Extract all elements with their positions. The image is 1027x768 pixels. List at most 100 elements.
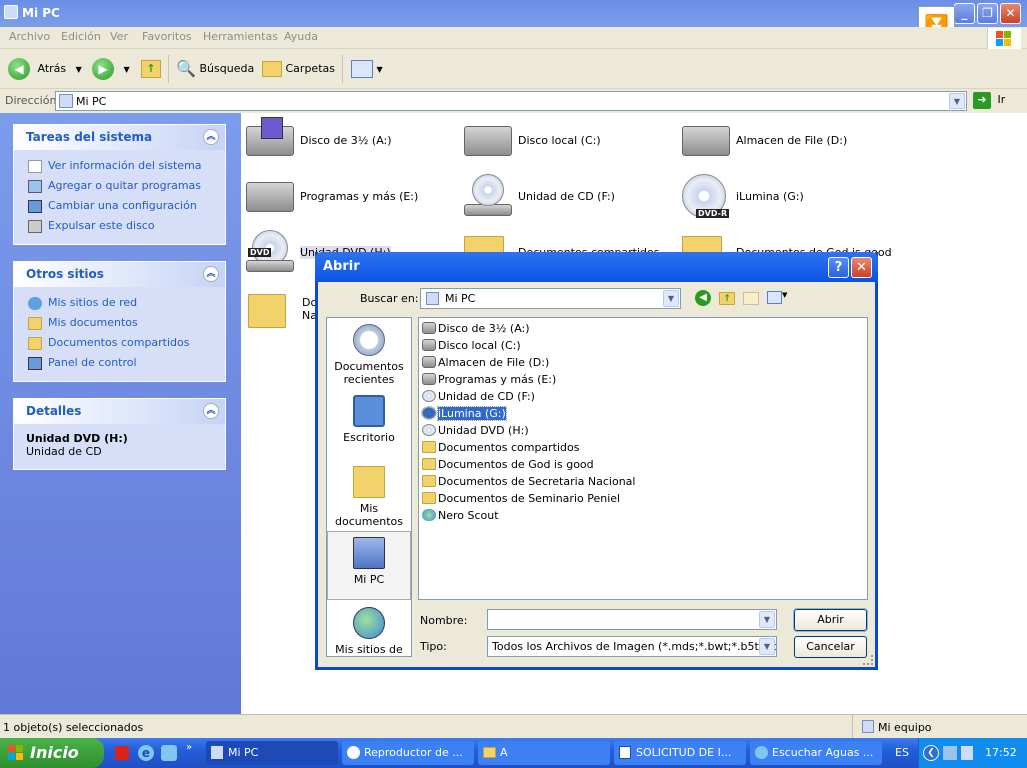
folder-icon bbox=[262, 61, 282, 77]
menu-edicion[interactable]: Edición bbox=[61, 30, 101, 43]
chevron-down-icon[interactable]: ▼ bbox=[949, 93, 965, 109]
collapse-icon[interactable]: ︽ bbox=[203, 129, 219, 145]
dialog-close-button[interactable]: ✕ bbox=[851, 257, 872, 278]
drive-a[interactable]: Disco de 3½ (A:) bbox=[246, 117, 456, 166]
drive-e[interactable]: Programas y más (E:) bbox=[246, 174, 456, 222]
search-button[interactable]: 🔍 Búsqueda bbox=[176, 57, 254, 81]
details-type: Unidad de CD bbox=[26, 445, 102, 458]
task-mi-pc[interactable]: Mi PC bbox=[206, 741, 338, 765]
drive-g[interactable]: DVD-R iLumina (G:) bbox=[682, 174, 892, 222]
link-control-panel[interactable]: Panel de control bbox=[14, 353, 225, 373]
list-item[interactable]: Disco de 3½ (A:) bbox=[421, 320, 530, 337]
drive-f[interactable]: Unidad de CD (F:) bbox=[464, 174, 674, 222]
back-button[interactable]: ◀ Atrás ▼ bbox=[8, 57, 82, 81]
drive-d[interactable]: Almacen de File (D:) bbox=[682, 118, 892, 166]
up-folder-icon[interactable]: ↑ bbox=[719, 292, 735, 305]
views-button[interactable]: ▼ bbox=[351, 57, 383, 81]
language-indicator[interactable]: ES bbox=[895, 746, 909, 759]
forward-button[interactable]: ▶ ▼ bbox=[92, 57, 130, 81]
network-tray-icon[interactable] bbox=[943, 746, 957, 760]
link-network-places[interactable]: Mis sitios de red bbox=[14, 293, 225, 313]
drive-c[interactable]: Disco local (C:) bbox=[464, 118, 674, 166]
task-browser[interactable]: Escuchar Aguas ... bbox=[750, 741, 882, 765]
views-menu-button[interactable]: ▼ bbox=[767, 291, 791, 306]
network-icon bbox=[353, 607, 385, 639]
place-network[interactable]: Mis sitios de red bbox=[327, 607, 411, 656]
link-my-documents[interactable]: Mis documentos bbox=[14, 313, 225, 333]
link-change-setting[interactable]: Cambiar una configuración bbox=[14, 196, 225, 216]
list-item[interactable]: Documentos compartidos bbox=[421, 439, 580, 456]
cancel-button[interactable]: Cancelar bbox=[794, 636, 867, 658]
network-icon bbox=[28, 297, 42, 310]
filetype-select[interactable]: Todos los Archivos de Imagen (*.mds;*.bw… bbox=[487, 636, 777, 657]
list-item[interactable]: Nero Scout bbox=[421, 507, 499, 524]
help-button[interactable]: ? bbox=[828, 257, 849, 278]
list-item[interactable]: Documentos de God is good bbox=[421, 456, 594, 473]
media-player-icon bbox=[347, 746, 360, 759]
hard-drive-icon bbox=[246, 182, 294, 212]
chevron-down-icon: ▼ bbox=[759, 611, 775, 628]
place-desktop[interactable]: Escritorio bbox=[327, 395, 411, 444]
menu-herramientas[interactable]: Herramientas bbox=[203, 30, 278, 43]
list-item[interactable]: Almacen de File (D:) bbox=[421, 354, 549, 371]
resize-grip[interactable] bbox=[863, 655, 873, 665]
eject-icon bbox=[28, 220, 42, 233]
menu-favoritos[interactable]: Favoritos bbox=[142, 30, 192, 43]
up-folder-button[interactable]: ↑ bbox=[141, 57, 161, 81]
status-selection: 1 objeto(s) seleccionados bbox=[3, 721, 144, 734]
new-folder-icon[interactable] bbox=[743, 292, 759, 305]
quicklaunch-icon[interactable] bbox=[161, 745, 177, 761]
filename-input[interactable]: ▼ bbox=[487, 609, 777, 630]
folder-icon bbox=[28, 337, 42, 350]
panel-header[interactable]: Tareas del sistema ︽ bbox=[14, 125, 225, 150]
minimize-button[interactable]: _ bbox=[954, 3, 975, 24]
list-item[interactable]: Programas y más (E:) bbox=[421, 371, 556, 388]
list-item[interactable]: Disco local (C:) bbox=[421, 337, 521, 354]
system-tray: ❮ 17:52 bbox=[918, 738, 1027, 768]
volume-tray-icon[interactable] bbox=[961, 746, 973, 760]
collapse-icon[interactable]: ︽ bbox=[203, 266, 219, 282]
start-button[interactable]: Inicio bbox=[0, 738, 104, 768]
menu-archivo[interactable]: Archivo bbox=[9, 30, 50, 43]
folder-icon bbox=[422, 441, 436, 453]
task-media-player[interactable]: Reproductor de ... bbox=[342, 741, 474, 765]
close-button[interactable]: ✕ bbox=[1000, 3, 1021, 24]
list-item[interactable]: Documentos de Seminario Peniel bbox=[421, 490, 620, 507]
go-button[interactable]: ➜ Ir bbox=[973, 92, 1005, 110]
menu-ver[interactable]: Ver bbox=[110, 30, 128, 43]
open-button[interactable]: Abrir bbox=[793, 608, 868, 632]
folder-icon bbox=[422, 458, 436, 470]
task-word-doc[interactable]: SOLICITUD DE I... bbox=[614, 741, 746, 765]
list-item[interactable]: Unidad DVD (H:) bbox=[421, 422, 529, 439]
back-arrow-icon[interactable]: ◀ bbox=[695, 290, 711, 306]
list-item-selected[interactable]: iLumina (G:) bbox=[421, 405, 507, 422]
place-my-pc[interactable]: Mi PC bbox=[327, 531, 411, 600]
link-add-remove-programs[interactable]: Agregar o quitar programas bbox=[14, 176, 225, 196]
place-my-documents[interactable]: Mis documentos bbox=[327, 466, 411, 528]
title-bar[interactable]: Mi PC _ ❐ ✕ bbox=[0, 0, 1027, 27]
clock[interactable]: 17:52 bbox=[985, 738, 1017, 768]
chevron-right-icon[interactable]: » bbox=[186, 742, 192, 753]
file-list[interactable]: Disco de 3½ (A:) Disco local (C:) Almace… bbox=[418, 317, 868, 600]
maximize-button[interactable]: ❐ bbox=[977, 3, 998, 24]
window-title: Mi PC bbox=[22, 6, 60, 20]
link-shared-documents[interactable]: Documentos compartidos bbox=[14, 333, 225, 353]
quicklaunch-download-icon[interactable] bbox=[115, 746, 129, 760]
list-item[interactable]: Documentos de Secretaria Nacional bbox=[421, 473, 635, 490]
panel-header[interactable]: Otros sitios ︽ bbox=[14, 262, 225, 287]
dialog-title-bar[interactable]: Abrir ? ✕ bbox=[315, 252, 878, 282]
collapse-icon[interactable]: ︽ bbox=[203, 403, 219, 419]
internet-explorer-icon[interactable]: e bbox=[138, 745, 154, 761]
chevron-left-icon[interactable]: ❮ bbox=[923, 745, 939, 761]
menu-ayuda[interactable]: Ayuda bbox=[284, 30, 318, 43]
place-recent[interactable]: Documentos recientes bbox=[327, 324, 411, 386]
link-system-info[interactable]: Ver información del sistema bbox=[14, 156, 225, 176]
task-folder-a[interactable]: A bbox=[478, 741, 610, 765]
list-item[interactable]: Unidad de CD (F:) bbox=[421, 388, 535, 405]
lookin-select[interactable]: Mi PC ▼ bbox=[420, 288, 681, 309]
address-input[interactable]: Mi PC ▼ bbox=[55, 91, 967, 111]
link-eject-disc[interactable]: Expulsar este disco bbox=[14, 216, 225, 236]
menu-bar: Archivo Edición Ver Favoritos Herramient… bbox=[0, 27, 1027, 49]
panel-header[interactable]: Detalles ︽ bbox=[14, 399, 225, 424]
folders-button[interactable]: Carpetas bbox=[262, 57, 335, 81]
